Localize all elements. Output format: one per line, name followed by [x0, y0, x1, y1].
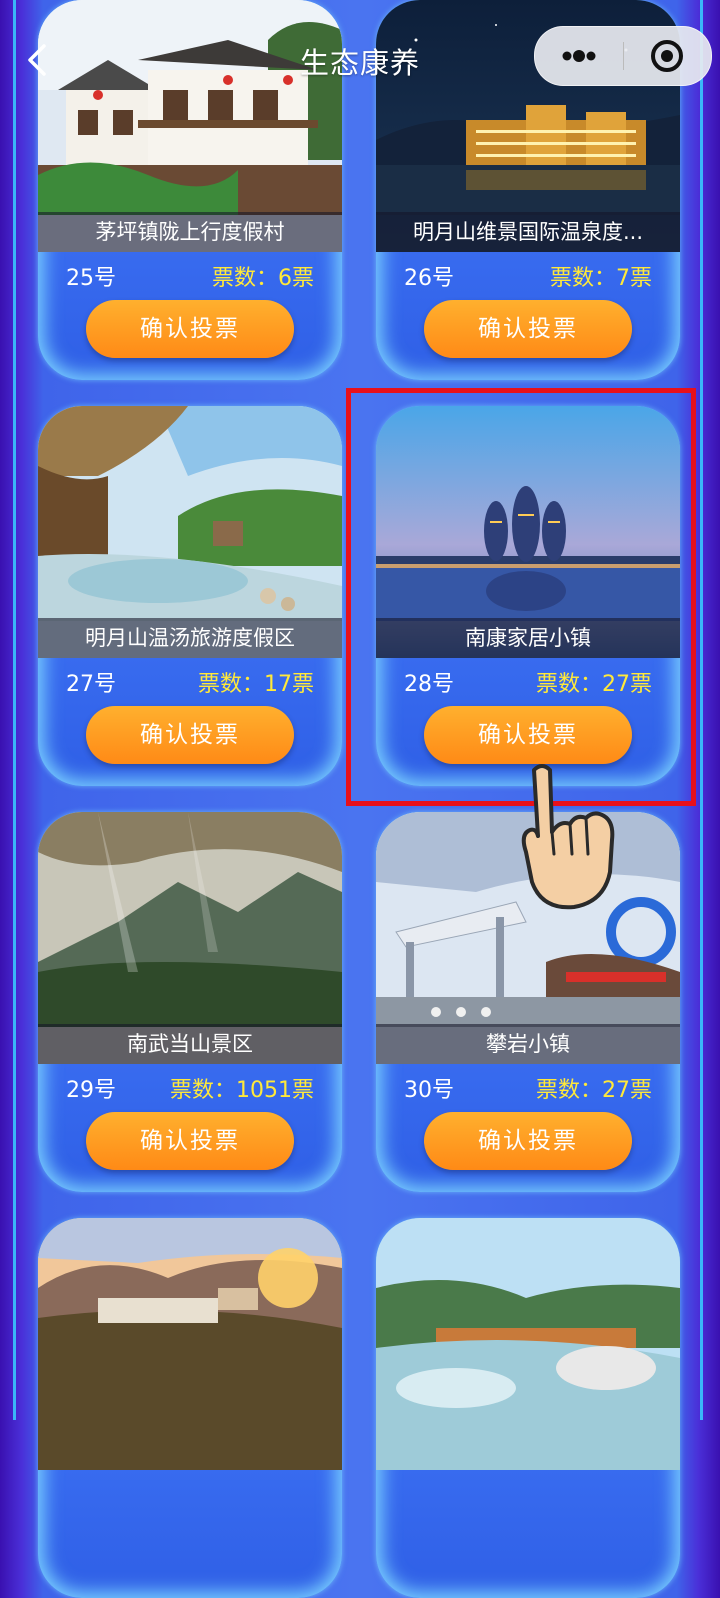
top-navigation-bar: 生态康养 [0, 0, 720, 120]
candidate-card-28: 南康家居小镇 28号 票数：27票 确认投票 [376, 406, 680, 786]
candidate-name: 明月山维景国际温泉度... [376, 212, 680, 252]
confirm-vote-button[interactable]: 确认投票 [86, 300, 294, 358]
vote-count: 票数：1051票 [170, 1078, 314, 1103]
vote-count: 票数：17票 [198, 672, 314, 697]
candidate-card-32 [376, 1218, 680, 1598]
confirm-vote-button[interactable]: 确认投票 [424, 1112, 632, 1170]
vote-count: 票数：7票 [550, 266, 652, 291]
left-border-rail [13, 0, 16, 1420]
confirm-vote-button[interactable]: 确认投票 [424, 706, 632, 764]
mini-program-capsule [534, 26, 712, 86]
more-options-icon[interactable] [535, 27, 623, 85]
candidate-name: 南武当山景区 [38, 1024, 342, 1064]
close-mini-program-icon[interactable] [624, 27, 711, 85]
candidate-card-29: 南武当山景区 29号 票数：1051票 确认投票 [38, 812, 342, 1192]
candidate-name: 攀岩小镇 [376, 1024, 680, 1064]
confirm-vote-button[interactable]: 确认投票 [86, 1112, 294, 1170]
candidate-number: 27号 [66, 672, 116, 697]
candidate-photo-31 [38, 1218, 342, 1470]
candidate-number: 26号 [404, 266, 454, 291]
candidate-name: 茅坪镇陇上行度假村 [38, 212, 342, 252]
candidate-photo-32 [376, 1218, 680, 1470]
confirm-vote-button[interactable]: 确认投票 [86, 706, 294, 764]
candidate-card-31 [38, 1218, 342, 1598]
vote-count: 票数：27票 [536, 1078, 652, 1103]
candidate-number: 29号 [66, 1078, 116, 1103]
right-border-rail [700, 0, 703, 1420]
candidate-number: 30号 [404, 1078, 454, 1103]
vote-count: 票数：27票 [536, 672, 652, 697]
vote-count: 票数：6票 [212, 266, 314, 291]
candidate-card-27: 明月山温汤旅游度假区 27号 票数：17票 确认投票 [38, 406, 342, 786]
candidate-number: 25号 [66, 266, 116, 291]
candidate-name: 南康家居小镇 [376, 618, 680, 658]
candidate-name: 明月山温汤旅游度假区 [38, 618, 342, 658]
confirm-vote-button[interactable]: 确认投票 [424, 300, 632, 358]
pointing-hand-icon [521, 764, 615, 910]
candidate-number: 28号 [404, 672, 454, 697]
